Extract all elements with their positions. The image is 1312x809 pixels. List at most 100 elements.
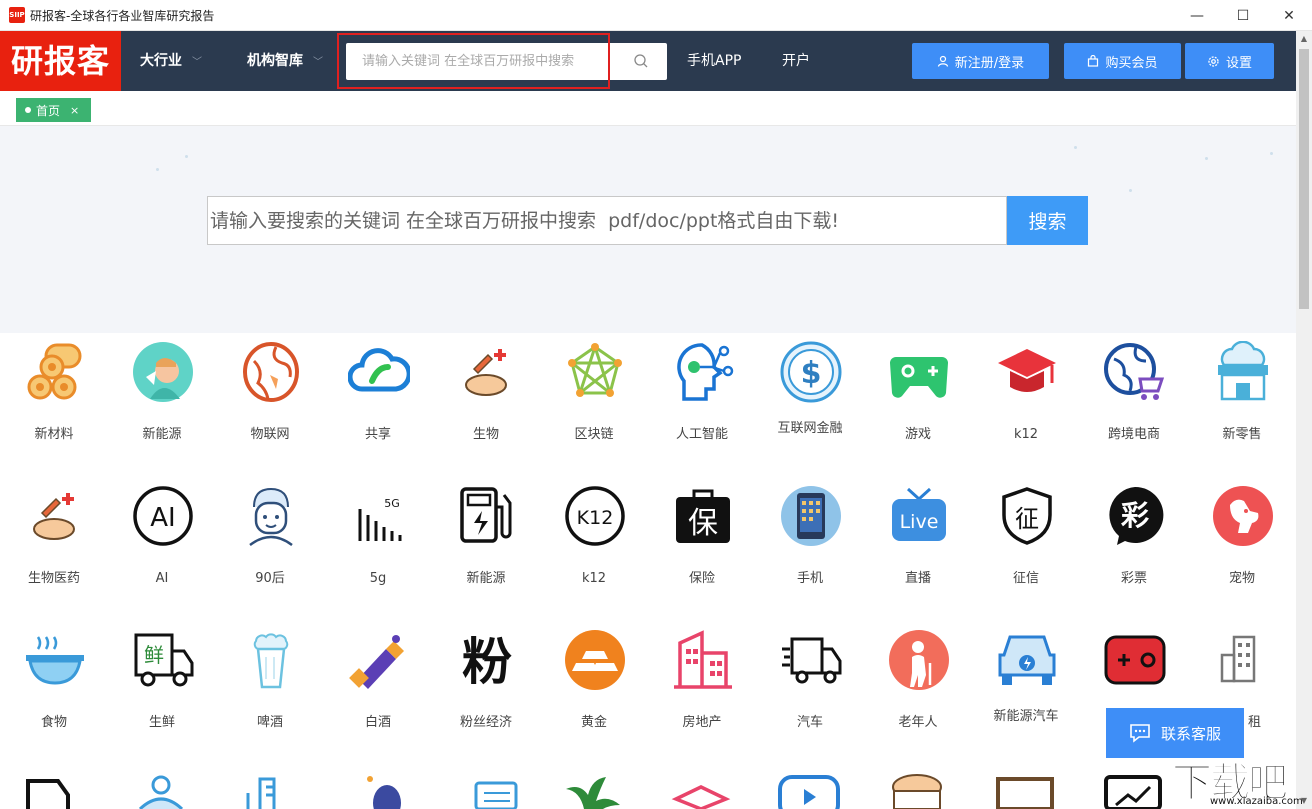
- category-item[interactable]: 新零售: [1188, 333, 1296, 477]
- category-item[interactable]: 新材料: [0, 333, 108, 477]
- category-item[interactable]: 物联网: [216, 333, 324, 477]
- insurance-briefcase-icon: 保: [676, 489, 730, 543]
- decor-dot: [1205, 157, 1208, 160]
- category-item[interactable]: 征 征信: [972, 477, 1080, 621]
- category-item[interactable]: 彩 彩票: [1080, 477, 1188, 621]
- category-icon-partial[interactable]: [356, 773, 418, 809]
- building-icon: [674, 630, 732, 689]
- category-item[interactable]: 宠物: [1188, 477, 1296, 621]
- category-item[interactable]: 新能源: [432, 477, 540, 621]
- category-icon-partial[interactable]: [24, 773, 86, 809]
- category-icon-partial[interactable]: [670, 773, 732, 809]
- category-label: 白酒: [364, 715, 391, 730]
- scroll-thumb[interactable]: [1299, 49, 1309, 309]
- buy-vip-label: 购买会员: [1105, 55, 1158, 71]
- category-icon-partial[interactable]: [130, 773, 192, 809]
- material-rolls-icon: [27, 343, 82, 400]
- category-item[interactable]: 鲜 生鲜: [108, 621, 216, 765]
- dollar-coin-icon: $: [780, 341, 842, 403]
- category-item[interactable]: 白酒: [324, 621, 432, 765]
- category-item[interactable]: 啤酒: [216, 621, 324, 765]
- window-title: 研报客-全球各行各业智库研究报告: [30, 8, 215, 23]
- category-item[interactable]: 保 保险: [648, 477, 756, 621]
- storefront-icon: [1218, 341, 1268, 401]
- category-label: 跨境电商: [1107, 427, 1160, 442]
- category-label: 游戏: [904, 427, 931, 442]
- category-item[interactable]: 5G 5g: [324, 477, 432, 621]
- category-item[interactable]: 粉 粉丝经济: [432, 621, 540, 765]
- elderly-icon: [889, 630, 949, 690]
- electric-car-icon: [998, 635, 1056, 685]
- category-item[interactable]: 手机: [756, 477, 864, 621]
- bag-icon: [1088, 55, 1099, 67]
- rent-building-icon: [1220, 635, 1256, 683]
- category-icon-partial[interactable]: [240, 773, 302, 809]
- scroll-up-icon[interactable]: ▲: [1296, 31, 1312, 47]
- register-login-button[interactable]: 新注册/登录: [912, 43, 1049, 79]
- signal-5g-icon: 5G: [358, 497, 402, 541]
- category-item[interactable]: 黄金: [540, 621, 648, 765]
- main-search-button[interactable]: 搜索: [1007, 196, 1088, 245]
- nav-open-account[interactable]: 开户: [782, 31, 810, 91]
- svg-text:K12: K12: [577, 507, 614, 529]
- close-button[interactable]: ✕: [1266, 0, 1312, 31]
- chevron-down-icon: ﹀: [313, 57, 323, 68]
- ai-head-icon: [677, 343, 734, 401]
- tab-home[interactable]: 首页 ×: [16, 98, 91, 122]
- category-item[interactable]: 新能源: [108, 333, 216, 477]
- category-item[interactable]: AI AI: [108, 477, 216, 621]
- svg-text:Live: Live: [900, 511, 939, 533]
- category-item[interactable]: 食物: [0, 621, 108, 765]
- category-icon-partial[interactable]: [462, 773, 524, 809]
- category-item[interactable]: Live 直播: [864, 477, 972, 621]
- top-nav-bar: 研报客 大行业 ﹀ 机构智库 ﹀ 手机APP 开户 新注册/登录 购买会员 设置: [0, 31, 1296, 91]
- svg-text:彩: 彩: [1121, 499, 1149, 532]
- logo[interactable]: 研报客: [0, 31, 121, 91]
- tab-close-icon[interactable]: ×: [70, 104, 79, 117]
- header-search-input[interactable]: [346, 43, 612, 80]
- search-icon[interactable]: [633, 53, 649, 69]
- category-item[interactable]: 90后: [216, 477, 324, 621]
- nav-industry[interactable]: 大行业 ﹀: [140, 31, 202, 91]
- buy-vip-button[interactable]: 购买会员: [1064, 43, 1181, 79]
- category-item[interactable]: 跨境电商: [1080, 333, 1188, 477]
- category-icon-partial[interactable]: [778, 773, 840, 809]
- category-item[interactable]: 共享: [324, 333, 432, 477]
- category-label: 生物: [472, 427, 499, 442]
- category-item[interactable]: 人工智能: [648, 333, 756, 477]
- category-label: 黄金: [580, 715, 607, 730]
- globe-network-icon: [243, 342, 299, 402]
- nav-think-tank[interactable]: 机构智库 ﹀: [247, 31, 323, 91]
- category-item[interactable]: 生物: [432, 333, 540, 477]
- svg-text:鲜: 鲜: [144, 643, 164, 667]
- category-item[interactable]: 生物医药: [0, 477, 108, 621]
- category-icon-partial[interactable]: [1102, 773, 1164, 809]
- category-icon-partial[interactable]: [562, 773, 624, 809]
- maximize-button[interactable]: ☐: [1220, 0, 1266, 31]
- gear-icon: [1208, 55, 1219, 67]
- svg-text:征: 征: [1015, 505, 1039, 533]
- category-item[interactable]: $ 互联网金融: [756, 333, 864, 477]
- beer-glass-icon: [253, 633, 289, 689]
- category-icon-partial[interactable]: [886, 773, 948, 809]
- minimize-button[interactable]: —: [1174, 0, 1220, 31]
- category-item[interactable]: 老年人: [864, 621, 972, 765]
- category-item[interactable]: 新能源汽车: [972, 621, 1080, 765]
- category-item[interactable]: K12 k12: [540, 477, 648, 621]
- gold-bar-icon: [565, 630, 625, 690]
- category-item[interactable]: 房地产: [648, 621, 756, 765]
- main-search-input[interactable]: [208, 197, 1006, 244]
- category-item[interactable]: 游戏: [864, 333, 972, 477]
- category-label: 新能源: [466, 571, 506, 586]
- settings-button[interactable]: 设置: [1185, 43, 1274, 79]
- hero-search-section: 搜索: [0, 126, 1296, 333]
- category-item[interactable]: 汽车: [756, 621, 864, 765]
- nav-mobile-app[interactable]: 手机APP: [687, 31, 741, 91]
- category-label: 90后: [255, 571, 285, 586]
- vertical-scrollbar[interactable]: ▲ ▼: [1296, 31, 1312, 809]
- category-icon-partial[interactable]: [994, 773, 1056, 809]
- category-item[interactable]: 区块链: [540, 333, 648, 477]
- category-label: 粉丝经济: [459, 715, 512, 730]
- category-label: AI: [155, 571, 169, 586]
- category-item[interactable]: k12: [972, 333, 1080, 477]
